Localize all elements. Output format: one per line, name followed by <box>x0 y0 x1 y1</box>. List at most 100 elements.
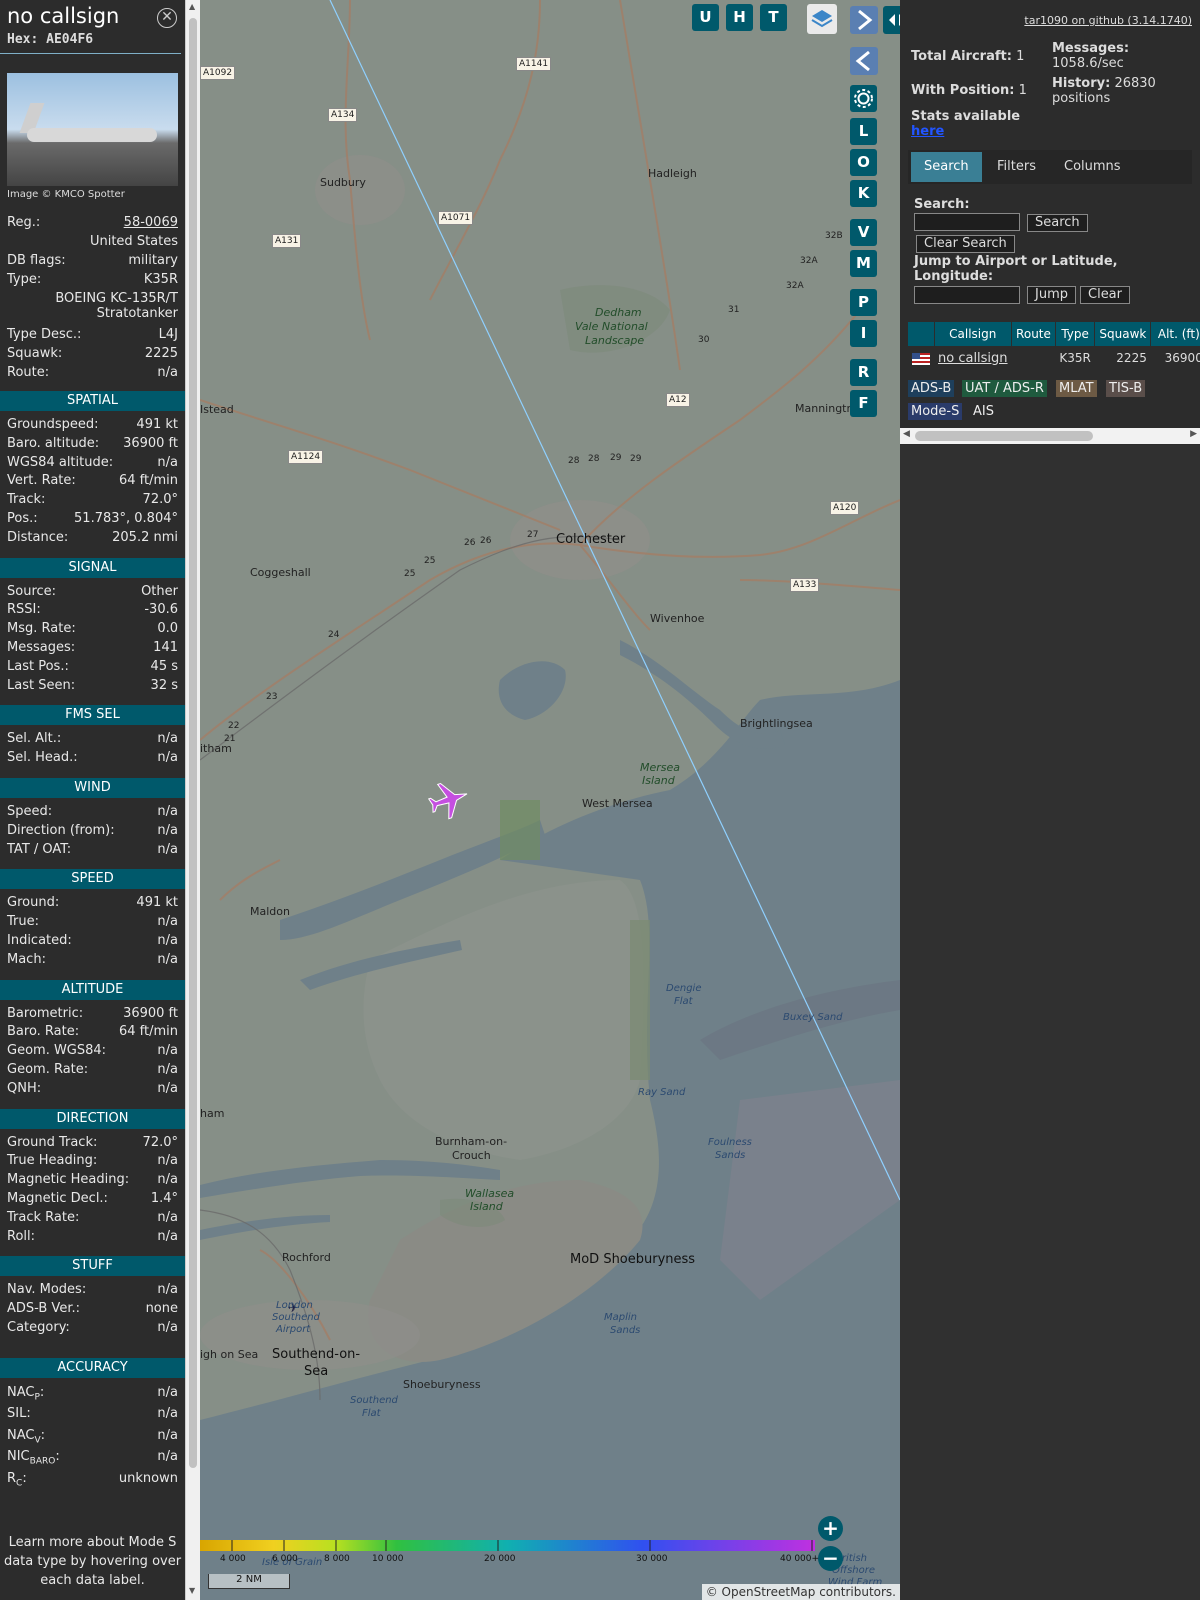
github-link[interactable]: tar1090 on github (3.14.1740) <box>1024 14 1192 27</box>
aircraft-photo[interactable] <box>7 73 178 186</box>
settings-gear-icon[interactable] <box>850 85 877 112</box>
info-key[interactable]: Vert. Rate: <box>7 473 76 488</box>
info-key[interactable]: True: <box>7 914 39 929</box>
info-key[interactable]: TAT / OAT: <box>7 842 71 857</box>
jump-button[interactable]: Jump <box>1027 286 1076 304</box>
section-header-stuff[interactable]: STUFF <box>0 1256 185 1277</box>
info-key[interactable]: Track: <box>7 492 45 507</box>
close-icon[interactable]: ✕ <box>157 8 177 28</box>
section-header-altitude[interactable]: ALTITUDE <box>0 979 185 1000</box>
info-key[interactable]: Roll: <box>7 1229 35 1244</box>
info-key[interactable]: SIL: <box>7 1406 31 1421</box>
clear-search-button[interactable]: Clear Search <box>916 235 1015 253</box>
row-callsign[interactable]: no callsign <box>934 346 1012 370</box>
source-badge[interactable]: ADS-B <box>908 380 955 397</box>
map-attribution[interactable]: © OpenStreetMap contributors. <box>701 1584 900 1600</box>
map-button-u[interactable]: U <box>692 4 719 31</box>
column-header[interactable]: Alt. (ft) <box>1150 322 1200 346</box>
tab-filters[interactable]: Filters <box>984 152 1049 182</box>
info-key[interactable]: Barometric: <box>7 1006 83 1021</box>
collapse-left-icon[interactable] <box>850 47 878 75</box>
info-key[interactable]: Ground Track: <box>7 1135 97 1150</box>
search-button[interactable]: Search <box>1027 214 1088 232</box>
info-key[interactable]: Nav. Modes: <box>7 1282 86 1297</box>
map-button-k[interactable]: K <box>850 180 877 207</box>
expand-right-icon[interactable] <box>850 6 878 34</box>
map-button-t[interactable]: T <box>760 4 787 31</box>
info-key[interactable]: NACP: <box>7 1385 44 1403</box>
jump-input[interactable] <box>914 286 1020 304</box>
info-key[interactable]: Mach: <box>7 952 46 967</box>
swap-panels-icon[interactable] <box>883 6 900 34</box>
info-key[interactable]: QNH: <box>7 1081 41 1096</box>
info-key[interactable]: Source: <box>7 584 56 599</box>
column-header[interactable]: Squawk <box>1094 322 1152 346</box>
table-row[interactable]: no callsign K35R 2225 36900 <box>908 346 1200 370</box>
tab-columns[interactable]: Columns <box>1051 152 1134 182</box>
source-badge[interactable]: MLAT <box>1056 380 1097 397</box>
info-key[interactable]: Distance: <box>7 530 68 545</box>
source-badge[interactable]: AIS <box>970 403 997 420</box>
info-key[interactable]: NICBARO: <box>7 1449 60 1467</box>
info-key[interactable]: Geom. WGS84: <box>7 1043 106 1058</box>
zoom-in-button[interactable]: + <box>818 1516 843 1541</box>
info-key[interactable]: Sel. Head.: <box>7 750 78 765</box>
info-key[interactable]: Magnetic Decl.: <box>7 1191 108 1206</box>
section-header-wind[interactable]: WIND <box>0 778 185 798</box>
info-key[interactable]: Ground: <box>7 895 59 910</box>
map-button-m[interactable]: M <box>850 250 877 277</box>
info-key[interactable]: WGS84 altitude: <box>7 455 113 470</box>
layers-icon[interactable] <box>807 4 837 34</box>
source-badge[interactable]: TIS-B <box>1106 380 1146 397</box>
section-header-accuracy[interactable]: ACCURACY <box>0 1358 185 1378</box>
tab-search[interactable]: Search <box>911 152 982 182</box>
map-button-o[interactable]: O <box>850 149 877 176</box>
section-header-signal[interactable]: SIGNAL <box>0 557 185 578</box>
section-header-spatial[interactable]: SPATIAL <box>0 391 185 411</box>
map-button-p[interactable]: P <box>850 289 877 316</box>
column-header[interactable]: Type <box>1055 322 1096 346</box>
info-key[interactable]: Magnetic Heading: <box>7 1172 129 1187</box>
column-header[interactable] <box>908 322 935 346</box>
info-key[interactable]: Category: <box>7 1320 70 1335</box>
info-key[interactable]: Speed: <box>7 804 52 819</box>
map-button-r[interactable]: R <box>850 359 877 386</box>
map-button-v[interactable]: V <box>850 219 877 246</box>
info-key[interactable]: RC: <box>7 1471 27 1489</box>
info-panel-scrollbar[interactable]: ▲ ▼ <box>185 0 200 1600</box>
info-key[interactable]: ADS-B Ver.: <box>7 1301 80 1316</box>
info-key[interactable]: True Heading: <box>7 1153 97 1168</box>
info-key[interactable]: Direction (from): <box>7 823 115 838</box>
info-key[interactable]: Last Pos.: <box>7 659 69 674</box>
table-scrollbar[interactable]: ◀ ▶ <box>900 428 1200 444</box>
column-header[interactable]: Callsign <box>934 322 1013 346</box>
info-key[interactable]: RSSI: <box>7 602 41 617</box>
info-key[interactable]: Indicated: <box>7 933 72 948</box>
map-button-f[interactable]: F <box>850 390 877 417</box>
info-key[interactable]: Baro. altitude: <box>7 436 99 451</box>
clear-button[interactable]: Clear <box>1080 286 1130 304</box>
info-key[interactable]: Last Seen: <box>7 678 75 693</box>
map-button-i[interactable]: I <box>850 320 877 347</box>
column-header[interactable]: Route <box>1011 322 1056 346</box>
section-header-fms-sel[interactable]: FMS SEL <box>0 705 185 726</box>
info-key[interactable]: Sel. Alt.: <box>7 731 61 746</box>
info-key[interactable]: Groundspeed: <box>7 417 98 432</box>
zoom-out-button[interactable]: − <box>818 1546 843 1571</box>
info-key[interactable]: Messages: <box>7 640 75 655</box>
info-key[interactable]: Baro. Rate: <box>7 1024 79 1039</box>
info-key[interactable]: Geom. Rate: <box>7 1062 88 1077</box>
info-key[interactable]: Msg. Rate: <box>7 621 76 636</box>
info-key[interactable]: Track Rate: <box>7 1210 79 1225</box>
info-key[interactable]: Pos.: <box>7 511 38 526</box>
stats-link[interactable]: here <box>911 124 944 139</box>
section-header-direction[interactable]: DIRECTION <box>0 1108 185 1129</box>
source-badge[interactable]: Mode-S <box>908 403 963 420</box>
search-input[interactable] <box>914 213 1020 231</box>
info-key[interactable]: NACV: <box>7 1428 45 1446</box>
info-value[interactable]: 58-0069 <box>124 215 178 230</box>
map-button-l[interactable]: L <box>850 118 877 145</box>
source-badge[interactable]: UAT / ADS-R <box>962 380 1047 397</box>
map-button-h[interactable]: H <box>726 4 753 31</box>
map-view[interactable]: ✈ Sudbury Hadleigh Colchester Coggeshall Wiv… <box>200 0 900 1600</box>
